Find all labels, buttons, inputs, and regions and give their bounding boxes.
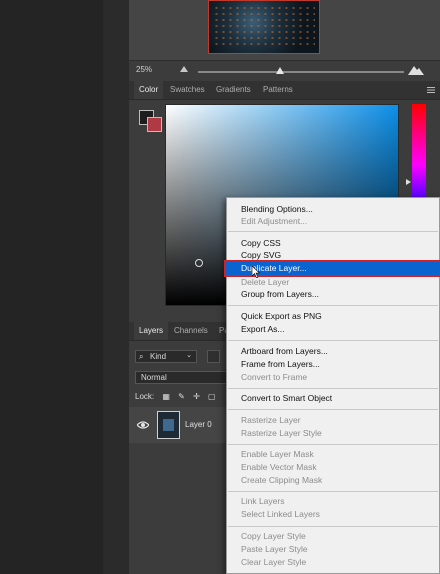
menu-item-convert-to-smart-object[interactable]: Convert to Smart Object [226,392,440,405]
zoom-slider[interactable] [198,71,404,73]
menu-item-copy-layer-style[interactable]: Copy Layer Style [226,530,440,543]
menu-item-link-layers[interactable]: Link Layers [226,495,440,508]
menu-item-export-as[interactable]: Export As... [226,323,440,336]
layer-name[interactable]: Layer 0 [185,420,212,429]
background-color-swatch[interactable] [147,117,162,132]
menu-separator [228,491,438,492]
menu-separator [228,231,438,232]
search-icon: ⌕ [139,352,144,361]
navigator-preview-image[interactable] [208,0,320,54]
zoom-slider-thumb[interactable] [276,67,284,74]
menu-item-rasterize-layer[interactable]: Rasterize Layer [226,414,440,427]
lock-row: Lock: ▦ ✎ ✛ ▢ [135,392,216,401]
blend-mode-select[interactable]: Normal [135,371,227,384]
tab-gradients[interactable]: Gradients [211,81,256,99]
tab-layers[interactable]: Layers [134,322,169,340]
menu-item-quick-export-png[interactable]: Quick Export as PNG [226,310,440,323]
menu-separator [228,444,438,445]
zoom-in-icon[interactable] [408,63,424,75]
menu-item-select-linked-layers[interactable]: Select Linked Layers [226,508,440,521]
canvas-background [0,0,103,574]
menu-item-copy-svg[interactable]: Copy SVG [226,249,440,262]
panel-divider[interactable] [103,0,130,574]
zoom-out-icon[interactable] [180,66,188,72]
filter-pixel-icon[interactable] [207,350,220,363]
lock-label: Lock: [135,392,155,401]
lock-artboard-icon[interactable]: ▢ [208,392,216,401]
layer-thumbnail[interactable] [157,411,180,439]
menu-item-enable-vector-mask[interactable]: Enable Vector Mask [226,461,440,474]
menu-separator [228,340,438,341]
menu-item-edit-adjustment[interactable]: Edit Adjustment... [226,215,440,228]
menu-item-create-clipping-mask[interactable]: Create Clipping Mask [226,474,440,487]
panel-menu-icon[interactable] [427,86,435,94]
menu-item-rasterize-layer-style[interactable]: Rasterize Layer Style [226,427,440,440]
menu-item-paste-layer-style[interactable]: Paste Layer Style [226,543,440,556]
menu-item-group-from-layers[interactable]: Group from Layers... [226,288,440,301]
menu-separator [228,526,438,527]
menu-separator [228,388,438,389]
lock-transparency-icon[interactable]: ▦ [162,392,170,401]
layer-filter-kind-select[interactable]: ⌕ Kind ⌄ [135,350,197,363]
zoom-value[interactable]: 25% [136,65,176,77]
lock-image-icon[interactable]: ✎ [178,392,185,401]
hue-slider-arrow[interactable] [406,179,411,185]
mouse-cursor-icon [252,266,260,278]
tab-swatches[interactable]: Swatches [165,81,210,99]
menu-separator [228,409,438,410]
menu-item-enable-layer-mask[interactable]: Enable Layer Mask [226,448,440,461]
menu-item-clear-layer-style[interactable]: Clear Layer Style [226,556,440,569]
visibility-eye-icon[interactable] [137,420,149,430]
blend-mode-value: Normal [141,373,167,382]
kind-label: Kind [150,352,167,361]
menu-item-frame-from-layers[interactable]: Frame from Layers... [226,358,440,371]
color-panel-tabs: Color Swatches Gradients Patterns [129,81,440,100]
lock-position-icon[interactable]: ✛ [193,392,200,401]
chevron-down-icon: ⌄ [186,352,192,359]
color-picker-marker[interactable] [195,259,203,267]
tab-color[interactable]: Color [134,81,164,99]
menu-item-convert-to-frame[interactable]: Convert to Frame [226,371,440,384]
tab-patterns[interactable]: Patterns [258,81,298,99]
tab-channels[interactable]: Channels [169,322,213,340]
menu-item-artboard-from-layers[interactable]: Artboard from Layers... [226,345,440,358]
menu-separator [228,305,438,306]
